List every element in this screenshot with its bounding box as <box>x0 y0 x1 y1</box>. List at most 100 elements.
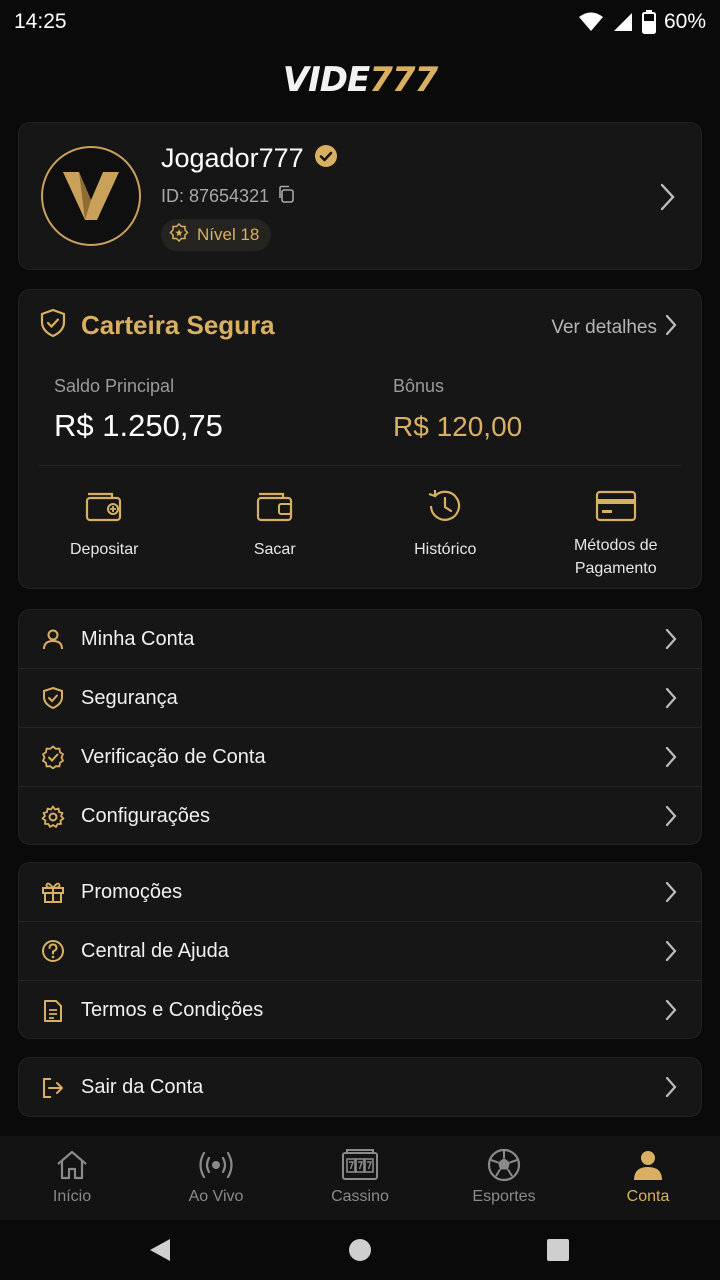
home-button-icon[interactable] <box>344 1234 376 1266</box>
nav-label: Cassino <box>331 1188 389 1205</box>
home-icon <box>55 1148 89 1182</box>
menu-item-help-center[interactable]: Central de Ajuda <box>19 922 701 981</box>
chevron-right-icon <box>665 940 677 967</box>
bonus-label: Bônus <box>393 376 445 396</box>
view-details-link[interactable]: Ver detalhes <box>551 314 677 342</box>
logout-label: Sair da Conta <box>81 1076 204 1098</box>
status-time: 14:25 <box>14 10 67 33</box>
wallet-card: Carteira Segura Ver detalhes Saldo Princ… <box>18 289 702 589</box>
wallet-deposit-icon <box>84 484 124 528</box>
menu-item-label: Promoções <box>81 880 183 903</box>
nav-item-live[interactable]: Ao Vivo <box>144 1136 288 1220</box>
logout-icon <box>41 1076 65 1100</box>
menu-item-label: Minha Conta <box>81 627 195 650</box>
menu-item-label: Configurações <box>81 805 210 827</box>
chevron-right-icon <box>665 999 677 1026</box>
nav-label: Início <box>52 1188 92 1205</box>
account-menu: Minha Conta Segurança Verificação de Con… <box>18 609 702 845</box>
bottom-nav: Início Ao Vivo Cassino Esportes Conta <box>0 1136 720 1220</box>
nav-item-account[interactable]: Conta <box>576 1136 720 1220</box>
divider <box>39 465 681 466</box>
nav-item-sports[interactable]: Esportes <box>432 1136 576 1220</box>
chevron-right-icon <box>659 183 675 216</box>
chevron-right-icon <box>665 1076 677 1103</box>
wallet-icon <box>255 484 295 528</box>
brand-v-emblem-icon <box>63 172 119 220</box>
menu-item-settings[interactable]: Configurações <box>19 787 701 846</box>
brand-logo-part2: 777 <box>369 60 438 100</box>
verified-badge-icon <box>314 144 338 173</box>
main-balance-label: Saldo Principal <box>54 376 175 396</box>
history-button[interactable]: Histórico <box>360 484 531 580</box>
payment-methods-button[interactable]: Métodos de Pagamento <box>531 484 702 580</box>
history-icon <box>425 484 465 528</box>
chevron-right-icon <box>665 805 677 832</box>
deposit-button[interactable]: Depositar <box>19 484 190 580</box>
chevron-right-icon <box>665 628 677 655</box>
soccer-ball-icon <box>487 1148 521 1182</box>
bonus-value: R$ 120,00 <box>393 411 523 442</box>
nav-item-casino[interactable]: Cassino <box>288 1136 432 1220</box>
slot-machine-icon <box>341 1148 379 1182</box>
nav-label: Esportes <box>472 1188 536 1205</box>
avatar <box>41 146 141 246</box>
chevron-right-icon <box>665 687 677 714</box>
wallet-actions: Depositar Sacar Histórico Métodos de Pag… <box>19 484 701 580</box>
withdraw-label: Sacar <box>253 541 296 558</box>
profile-card[interactable]: Jogador777 ID: 87654321 Nível 18 <box>18 122 702 270</box>
credit-card-icon <box>595 484 637 528</box>
menu-item-label: Termos e Condições <box>81 999 264 1021</box>
chevron-right-icon <box>665 881 677 908</box>
level-text: Nível 18 <box>197 225 260 244</box>
back-icon[interactable] <box>144 1234 176 1266</box>
brand-logo: VIDE 777 <box>0 58 720 102</box>
chevron-right-icon <box>665 746 677 773</box>
nav-item-home[interactable]: Início <box>0 1136 144 1220</box>
username: Jogador777 <box>161 143 304 173</box>
document-icon <box>41 999 65 1023</box>
wallet-title: Carteira Segura <box>81 310 275 340</box>
copy-icon[interactable] <box>277 185 295 208</box>
star-badge-icon <box>169 222 189 248</box>
status-bar: 14:25 60% <box>0 0 720 44</box>
view-details-label: Ver detalhes <box>551 317 657 338</box>
menu-item-terms[interactable]: Termos e Condições <box>19 981 701 1040</box>
gear-icon <box>41 805 65 829</box>
help-icon <box>41 939 65 963</box>
user-id: ID: 87654321 <box>161 186 270 206</box>
brand-logo-part1: VIDE <box>282 60 370 100</box>
deposit-label: Depositar <box>70 541 139 558</box>
account-icon <box>632 1148 664 1182</box>
cell-signal-icon <box>612 11 634 33</box>
gift-icon <box>41 880 65 904</box>
battery-icon <box>641 10 656 34</box>
user-icon <box>41 627 65 651</box>
wifi-icon <box>578 11 604 33</box>
menu-item-promotions[interactable]: Promoções <box>19 863 701 922</box>
payment-methods-label-line2: Pagamento <box>574 560 657 577</box>
menu-item-security[interactable]: Segurança <box>19 669 701 728</box>
logout-button[interactable]: Sair da Conta <box>19 1058 701 1117</box>
recents-icon[interactable] <box>542 1234 574 1266</box>
shield-check-icon <box>39 308 67 343</box>
menu-item-label: Central de Ajuda <box>81 939 229 962</box>
menu-item-label: Segurança <box>81 686 178 709</box>
payment-methods-label-line1: Métodos de <box>573 537 658 554</box>
logout-menu: Sair da Conta <box>18 1057 702 1117</box>
system-nav-bar <box>0 1220 720 1280</box>
info-menu: Promoções Central de Ajuda Termos e Cond… <box>18 862 702 1039</box>
battery-percent: 60% <box>663 10 706 33</box>
shield-icon <box>41 686 65 710</box>
withdraw-button[interactable]: Sacar <box>190 484 361 580</box>
status-icons: 60% <box>578 10 706 34</box>
chevron-right-icon <box>665 314 677 342</box>
level-badge: Nível 18 <box>161 219 272 251</box>
nav-label: Conta <box>626 1188 670 1205</box>
live-icon <box>196 1148 236 1182</box>
nav-label: Ao Vivo <box>188 1188 244 1205</box>
menu-item-label: Verificação de Conta <box>81 745 266 768</box>
main-balance-value: R$ 1.250,75 <box>54 408 223 443</box>
verified-badge-icon <box>41 745 65 769</box>
menu-item-my-account[interactable]: Minha Conta <box>19 610 701 669</box>
menu-item-account-verification[interactable]: Verificação de Conta <box>19 728 701 787</box>
